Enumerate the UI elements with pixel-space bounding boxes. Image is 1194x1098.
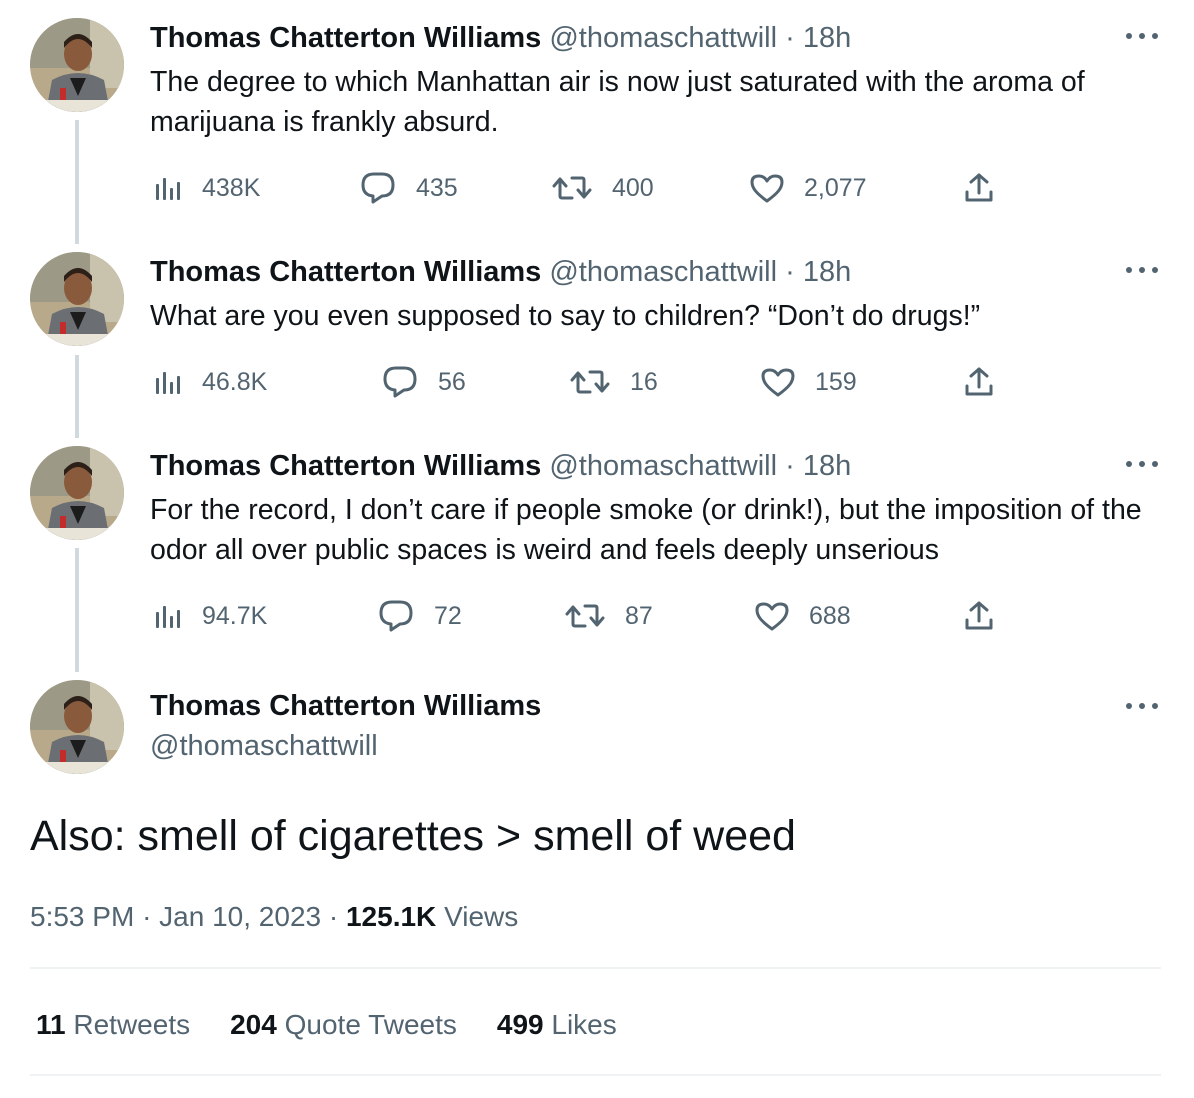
retweets-label: Retweets <box>73 1009 191 1040</box>
avatar[interactable] <box>30 446 124 540</box>
retweet-count: 400 <box>612 173 654 202</box>
heart-icon <box>755 602 789 631</box>
share-upload-icon <box>965 367 993 396</box>
retweet-arrows-icon <box>570 370 610 394</box>
more-dots-icon[interactable] <box>1126 694 1158 718</box>
like-button[interactable]: 688 <box>755 596 851 636</box>
more-dots-icon[interactable] <box>1126 452 1158 476</box>
tweet-actions: 46.8K 56 16 159 <box>0 362 1194 402</box>
like-button[interactable]: 159 <box>761 362 857 402</box>
like-count: 2,077 <box>804 173 867 202</box>
like-count: 159 <box>815 367 857 396</box>
author-handle[interactable]: @thomaschattwill <box>150 726 541 766</box>
tweet-header: Thomas Chatterton Williams @thomaschattw… <box>150 18 851 58</box>
tweet-text: The degree to which Manhattan air is now… <box>150 66 1085 138</box>
avatar[interactable] <box>30 252 124 346</box>
avatar[interactable] <box>30 18 124 112</box>
bar-chart-icon <box>156 178 180 200</box>
author-handle[interactable]: @thomaschattwill <box>549 22 777 54</box>
tweet-header: Thomas Chatterton Williams @thomaschattw… <box>150 446 851 486</box>
retweet-arrows-icon <box>565 604 605 628</box>
tweet-time[interactable]: 18h <box>803 22 851 54</box>
tweet-actions: 438K 435 400 2,077 <box>0 168 1194 208</box>
share-upload-icon <box>965 173 993 202</box>
share-button[interactable] <box>963 362 995 402</box>
retweets-stat[interactable]: 11 Retweets <box>36 1003 190 1047</box>
author-handle[interactable]: @thomaschattwill <box>549 450 777 482</box>
quotes-count: 204 <box>230 1009 277 1040</box>
reply-button[interactable]: 56 <box>382 362 466 402</box>
more-dots-icon[interactable] <box>1126 24 1158 48</box>
tweet-actions: 94.7K 72 87 688 <box>0 596 1194 636</box>
retweet-button[interactable]: 87 <box>565 596 653 636</box>
reply-count: 72 <box>434 601 462 630</box>
separator: · <box>328 901 339 932</box>
retweet-count: 16 <box>630 367 658 396</box>
like-count: 688 <box>809 601 851 630</box>
author-name[interactable]: Thomas Chatterton Williams <box>150 450 541 482</box>
separator: · <box>785 22 795 54</box>
quote-tweets-stat[interactable]: 204 Quote Tweets <box>230 1003 457 1047</box>
speech-bubble-icon <box>383 366 417 398</box>
quotes-label: Quote Tweets <box>284 1009 457 1040</box>
tweet-time[interactable]: 18h <box>803 450 851 482</box>
author-name[interactable]: Thomas Chatterton Williams <box>150 22 541 54</box>
retweet-count: 87 <box>625 601 653 630</box>
share-button[interactable] <box>963 596 995 636</box>
main-tweet-text: Also: smell of cigarettes > smell of wee… <box>30 812 796 860</box>
views-count: 125.1K <box>345 901 437 932</box>
main-tweet: Thomas Chatterton Williams @thomaschattw… <box>0 680 1194 780</box>
heart-icon <box>750 174 784 203</box>
author-handle[interactable]: @thomaschattwill <box>549 256 777 288</box>
avatar[interactable] <box>30 680 124 774</box>
author-block: Thomas Chatterton Williams @thomaschattw… <box>150 686 541 766</box>
views-button[interactable]: 94.7K <box>154 596 267 636</box>
share-button[interactable] <box>963 168 995 208</box>
views-label: Views <box>444 901 519 932</box>
author-name[interactable]: Thomas Chatterton Williams <box>150 686 541 726</box>
divider <box>30 1074 1161 1076</box>
retweets-count: 11 <box>36 1009 66 1040</box>
reply-button[interactable]: 435 <box>360 168 458 208</box>
reply-button[interactable]: 72 <box>378 596 462 636</box>
thread-tweet[interactable]: Thomas Chatterton Williams @thomaschattw… <box>0 18 1194 228</box>
views-count: 438K <box>202 173 261 202</box>
more-dots-icon[interactable] <box>1126 258 1158 282</box>
reply-count: 56 <box>438 367 466 396</box>
speech-bubble-icon <box>361 172 395 204</box>
retweet-button[interactable]: 16 <box>570 362 658 402</box>
thread-tweet[interactable]: Thomas Chatterton Williams @thomaschattw… <box>0 446 1194 656</box>
reply-count: 435 <box>416 173 458 202</box>
bar-chart-icon <box>156 606 180 628</box>
engagement-stats: 11 Retweets 204 Quote Tweets 499 Likes <box>36 1003 657 1047</box>
retweet-button[interactable]: 400 <box>552 168 654 208</box>
views-button[interactable]: 438K <box>154 168 260 208</box>
separator: · <box>142 901 152 932</box>
heart-icon <box>761 368 795 397</box>
tweet-date[interactable]: Jan 10, 2023 <box>159 901 321 932</box>
separator: · <box>785 256 795 288</box>
tweet-header: Thomas Chatterton Williams @thomaschattw… <box>150 252 851 292</box>
likes-stat[interactable]: 499 Likes <box>497 1003 617 1047</box>
separator: · <box>785 450 795 482</box>
tweet-meta: 5:53 PM · Jan 10, 2023 · 125.1K Views <box>30 895 518 939</box>
likes-count: 499 <box>496 1009 544 1040</box>
speech-bubble-icon <box>379 600 413 632</box>
author-name[interactable]: Thomas Chatterton Williams <box>150 256 541 288</box>
tweet-time[interactable]: 5:53 PM <box>30 901 134 932</box>
tweet-time[interactable]: 18h <box>803 256 851 288</box>
views-button[interactable]: 46.8K <box>154 362 267 402</box>
likes-label: Likes <box>551 1009 617 1040</box>
tweet-text: What are you even supposed to say to chi… <box>150 300 981 332</box>
like-button[interactable]: 2,077 <box>750 168 867 208</box>
views-count: 94.7K <box>202 601 268 630</box>
tweet-text: For the record, I don’t care if people s… <box>150 494 1142 566</box>
bar-chart-icon <box>156 372 180 394</box>
views-count: 46.8K <box>202 367 268 396</box>
share-upload-icon <box>965 601 993 630</box>
retweet-arrows-icon <box>552 176 592 200</box>
thread-tweet[interactable]: Thomas Chatterton Williams @thomaschattw… <box>0 252 1194 432</box>
divider <box>30 967 1161 969</box>
